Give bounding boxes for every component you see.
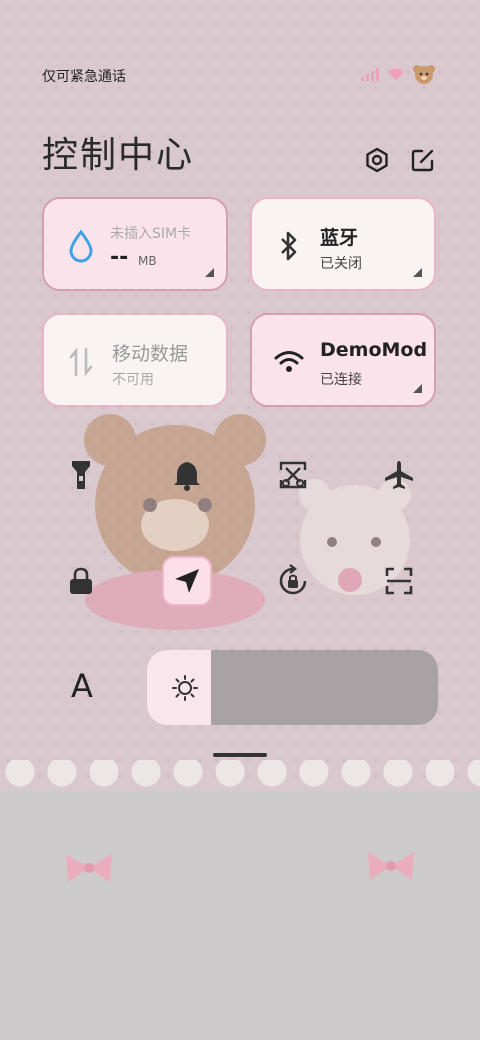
data-usage-value: --: [110, 245, 129, 270]
lock-icon: [70, 567, 92, 594]
page-title: 控制中心: [42, 135, 195, 176]
bear-icon: [413, 65, 435, 84]
flashlight-toggle[interactable]: [56, 450, 106, 500]
brightness-slider[interactable]: [147, 650, 438, 725]
ring-toggle[interactable]: [162, 450, 212, 500]
expand-corner-icon: [205, 268, 214, 277]
bow-decoration-left: [66, 854, 112, 882]
mobile-data-label: 移动数据: [112, 343, 189, 365]
lock-screen-toggle[interactable]: [56, 556, 106, 606]
bluetooth-tile[interactable]: 蓝牙 已关闭: [250, 197, 436, 291]
airplane-icon: [385, 461, 413, 489]
scanner-toggle[interactable]: [374, 556, 424, 606]
signal-icon: [361, 68, 379, 81]
flashlight-icon: [72, 461, 90, 489]
brightness-icon: [172, 675, 198, 701]
status-icons: [360, 64, 436, 84]
water-drop-icon: [64, 229, 98, 263]
data-transfer-icon: [64, 345, 98, 379]
bluetooth-status: 已关闭: [320, 256, 362, 272]
rotation-lock-icon: [279, 564, 307, 595]
data-usage-tile[interactable]: 未插入SIM卡 -- MB: [42, 197, 228, 291]
location-icon: [175, 569, 199, 593]
data-usage-unit: MB: [138, 254, 157, 268]
wifi-icon: [388, 68, 404, 80]
mobile-data-status: 不可用: [112, 372, 154, 388]
bluetooth-icon: [272, 229, 306, 263]
lace-border: [0, 760, 480, 808]
edit-icon: [411, 149, 434, 172]
sim-status: 未插入SIM卡: [110, 226, 192, 242]
font-size-button[interactable]: A: [62, 664, 102, 708]
rotation-lock-toggle[interactable]: [268, 556, 318, 606]
location-toggle[interactable]: [162, 556, 212, 606]
scan-icon: [385, 567, 413, 595]
bow-decoration-right: [368, 852, 414, 880]
screenshot-icon: [279, 461, 307, 489]
carrier-status: 仅可紧急通话: [42, 69, 126, 85]
settings-button[interactable]: [362, 145, 392, 175]
screenshot-toggle[interactable]: [268, 450, 318, 500]
bluetooth-label: 蓝牙: [320, 227, 359, 249]
wifi-tile[interactable]: DemoMod 已连接: [250, 313, 436, 407]
expand-corner-icon: [413, 268, 422, 277]
expand-corner-icon: [413, 384, 422, 393]
airplane-mode-toggle[interactable]: [374, 450, 424, 500]
mobile-data-tile[interactable]: 移动数据 不可用: [42, 313, 228, 407]
bell-icon: [174, 462, 200, 491]
edit-button[interactable]: [408, 145, 438, 175]
wifi-network-name: DemoMod: [320, 339, 428, 361]
home-indicator[interactable]: [213, 753, 267, 757]
settings-icon: [366, 147, 388, 173]
wifi-status: 已连接: [320, 372, 362, 388]
wifi-icon: [272, 345, 306, 379]
